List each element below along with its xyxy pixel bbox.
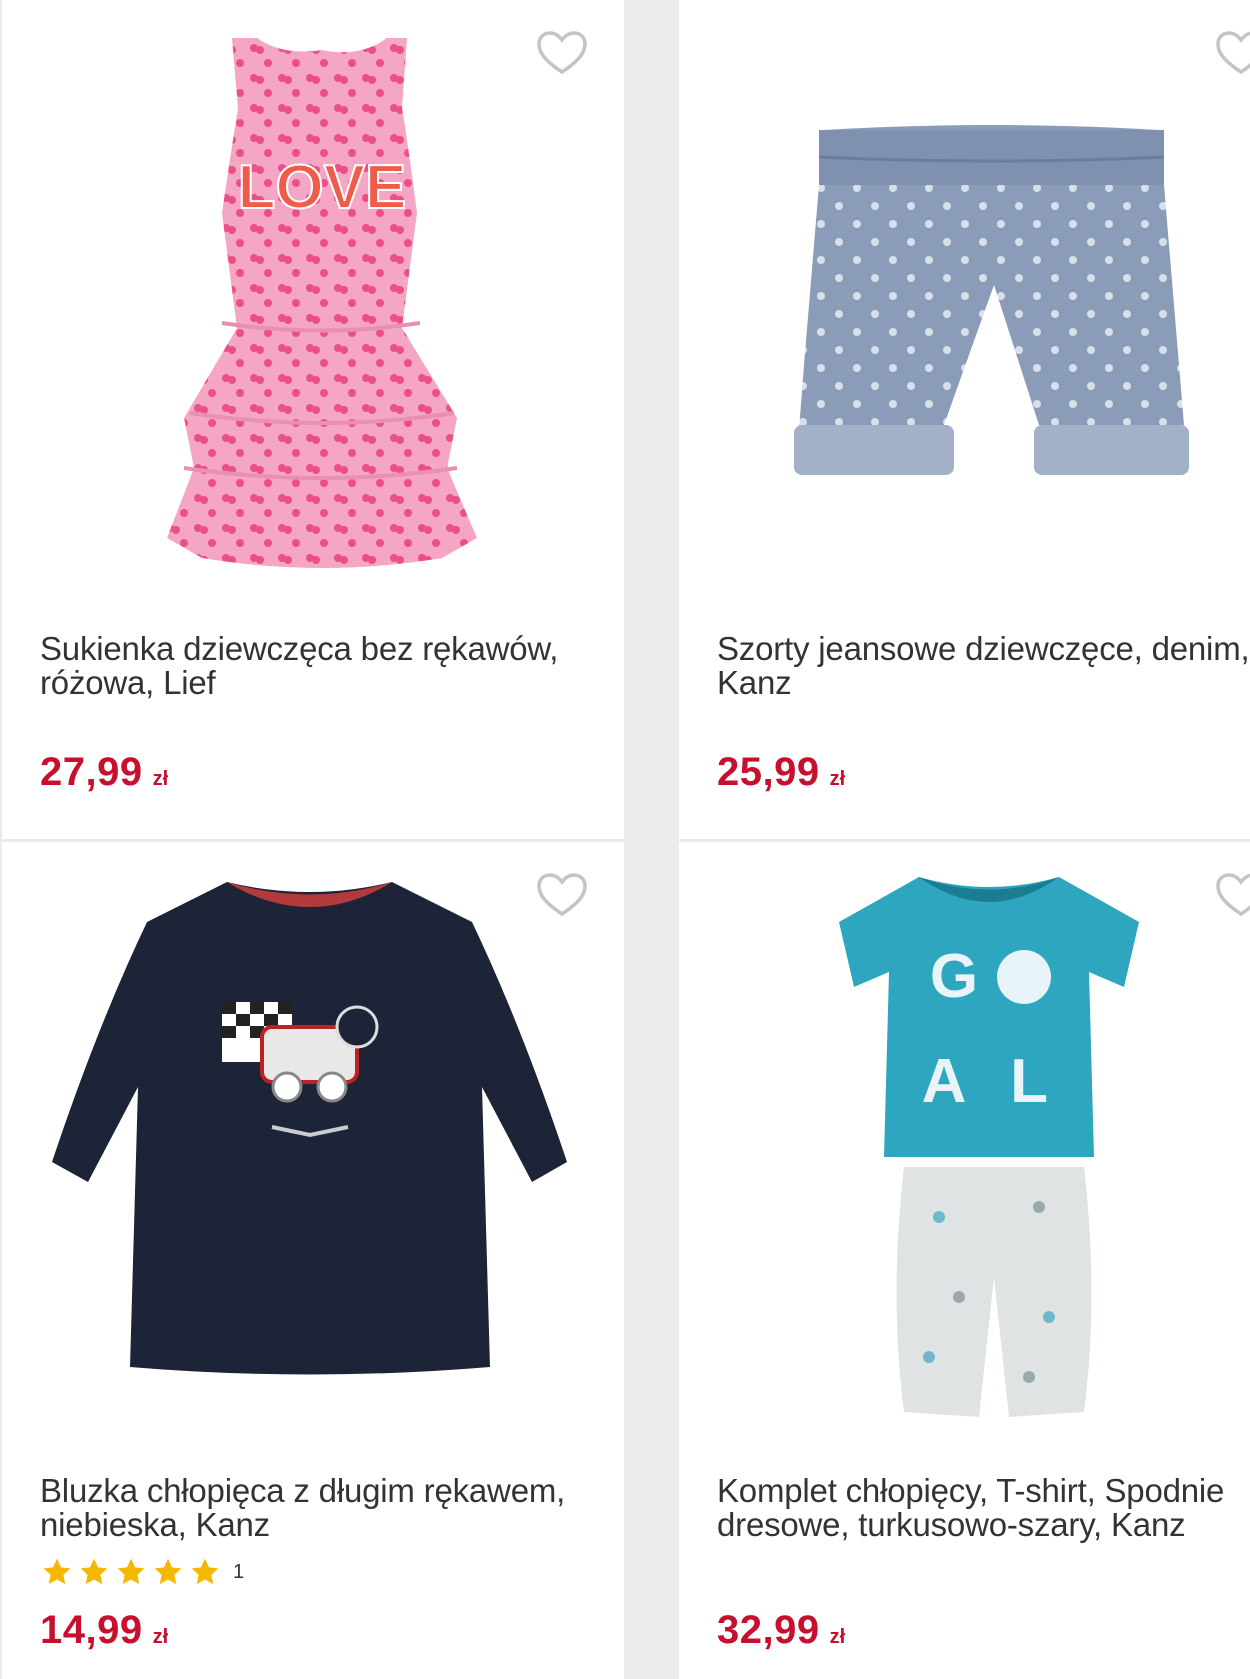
- price-amount: 32,99: [717, 1608, 820, 1652]
- rating-count: 1: [233, 1560, 245, 1583]
- price-amount: 25,99: [717, 750, 820, 794]
- denim-shorts-image[interactable]: [794, 125, 1189, 500]
- wishlist-heart-icon[interactable]: [536, 30, 588, 76]
- product-title[interactable]: Sukienka dziewczęca bez rękawów, różowa,…: [40, 632, 600, 700]
- product-title[interactable]: Komplet chłopięcy, T-shirt, Spodnie dres…: [717, 1474, 1250, 1542]
- product-title[interactable]: Bluzka chłopięca z długim rękawem, niebi…: [40, 1474, 600, 1542]
- price-currency: zł: [152, 1626, 169, 1648]
- tshirt-print-g: G: [930, 942, 978, 1011]
- navy-longsleeve-image[interactable]: [52, 877, 567, 1377]
- product-card[interactable]: LOVE Sukienka dziewczęca bez rękawów, ró…: [2, 0, 624, 839]
- star-icon: [154, 1558, 182, 1585]
- product-card[interactable]: G A L Komplet chłopięcy, T-shirt, Spodni…: [679, 842, 1250, 1679]
- product-title[interactable]: Szorty jeansowe dziewczęce, denim, Kanz: [717, 632, 1250, 700]
- star-icon: [80, 1558, 108, 1585]
- price-currency: zł: [829, 1626, 846, 1648]
- product-price: 14,99 zł: [40, 1608, 168, 1653]
- star-icon: [191, 1558, 219, 1585]
- product-card[interactable]: Bluzka chłopięca z długim rękawem, niebi…: [2, 842, 624, 1679]
- wishlist-heart-icon[interactable]: [1215, 30, 1250, 76]
- pink-dress-image[interactable]: LOVE: [162, 38, 484, 568]
- product-price: 32,99 zł: [717, 1608, 845, 1653]
- price-amount: 14,99: [40, 1608, 143, 1652]
- love-print-text: LOVE: [238, 153, 407, 222]
- wishlist-heart-icon[interactable]: [1215, 872, 1250, 918]
- star-icon: [117, 1558, 145, 1585]
- turquoise-tshirt-pants-set-image[interactable]: G A L: [809, 877, 1169, 1437]
- tshirt-print-l: L: [1010, 1047, 1048, 1116]
- price-currency: zł: [152, 768, 169, 790]
- product-price: 27,99 zł: [40, 750, 168, 795]
- price-currency: zł: [829, 768, 846, 790]
- star-icon: [43, 1558, 71, 1585]
- price-amount: 27,99: [40, 750, 143, 794]
- product-price: 25,99 zł: [717, 750, 845, 795]
- product-rating: 1: [40, 1556, 244, 1588]
- tshirt-print-a: A: [922, 1047, 967, 1116]
- product-card[interactable]: Szorty jeansowe dziewczęce, denim, Kanz …: [679, 0, 1250, 839]
